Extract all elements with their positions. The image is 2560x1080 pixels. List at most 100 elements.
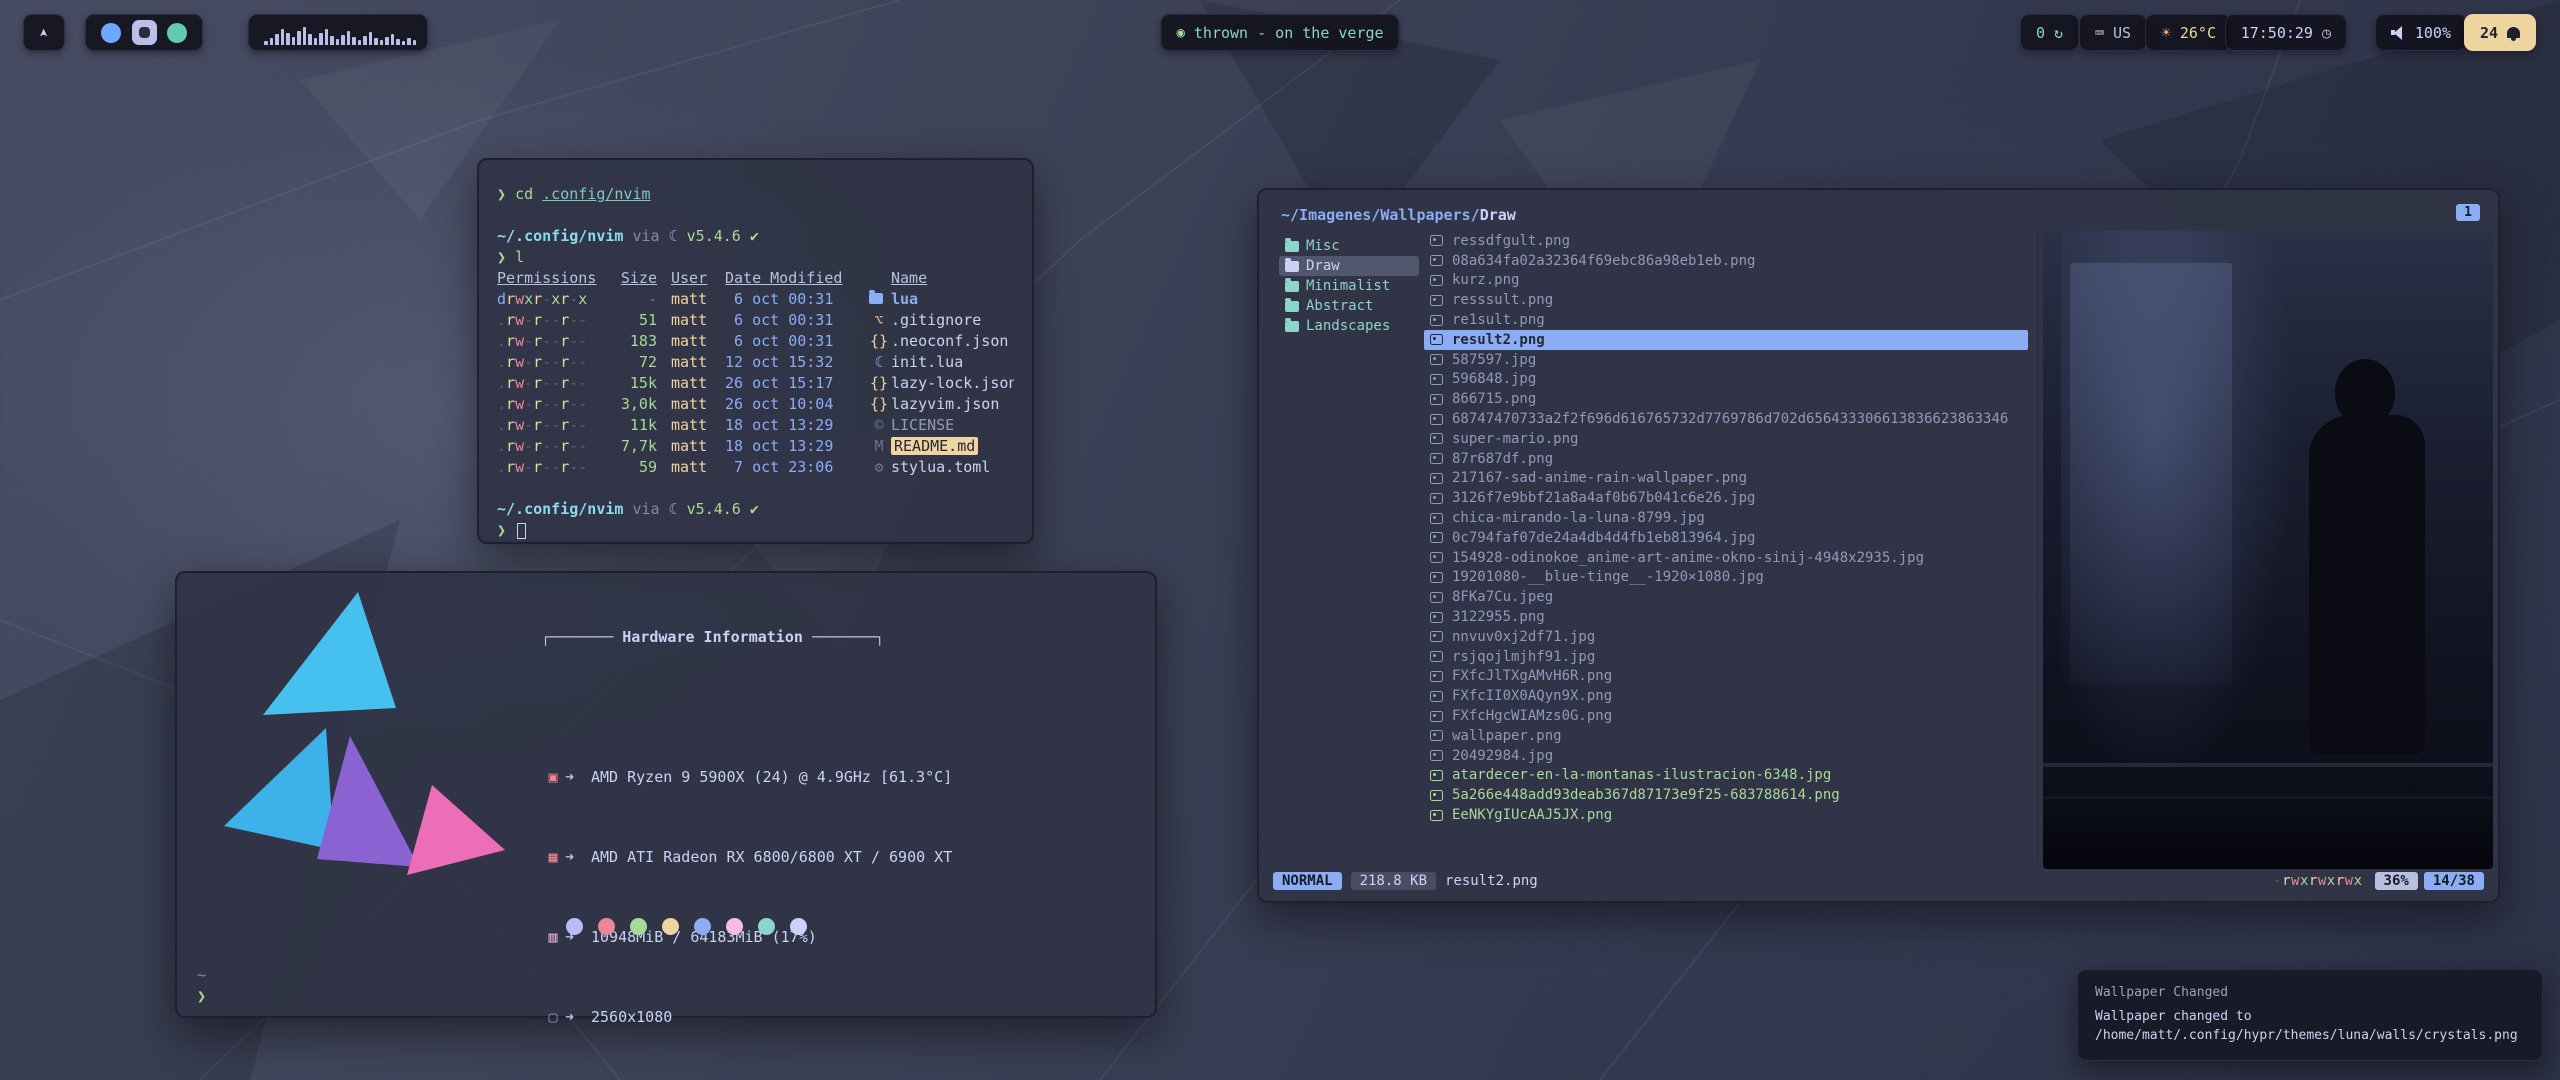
- image-file-icon: [1430, 651, 1443, 662]
- app-icon[interactable]: [101, 23, 121, 43]
- file-row[interactable]: 587597.jpg: [1424, 350, 2028, 370]
- cava-bar: [391, 34, 395, 45]
- terminal-nvim-config[interactable]: ❯ cd .config/nvim ~/.config/nvim via ☾ v…: [477, 158, 1034, 544]
- file-row[interactable]: EeNKYgIUcAAJ5JX.png: [1424, 805, 2028, 825]
- clock-pill[interactable]: 17:50:29 ◷: [2225, 14, 2347, 51]
- launcher-icon: ➤: [34, 28, 53, 38]
- cava-bar: [336, 39, 340, 45]
- file-row[interactable]: 20492984.jpg: [1424, 746, 2028, 766]
- file-permissions: drwxr-xr-x: [497, 289, 619, 310]
- file-row[interactable]: 3122955.png: [1424, 607, 2028, 627]
- distro-logo: [190, 581, 520, 911]
- file-row[interactable]: 866715.png: [1424, 389, 2028, 409]
- file-row[interactable]: FXfcJlTXgAMvH6R.png: [1424, 667, 2028, 687]
- terminal-fastfetch[interactable]: ┌─────── Hardware Information ───────┐ ▣…: [175, 571, 1157, 1018]
- folder-label: Draw: [1306, 258, 1340, 274]
- command-line: ❯ l: [497, 247, 1014, 268]
- image-file-icon: [1430, 770, 1443, 781]
- keyboard-layout-pill[interactable]: ⌨ US: [2079, 14, 2147, 51]
- fetch-row: ▦ ➜ AMD ATI Radeon RX 6800/6800 XT / 690…: [541, 847, 1061, 867]
- file-size: 51: [619, 310, 667, 331]
- file-row[interactable]: 19201080-__blue-tinge__-1920×1080.jpg: [1424, 568, 2028, 588]
- file-size: 59: [619, 457, 667, 478]
- updates-pill[interactable]: 0 ↻: [2020, 14, 2079, 51]
- file-row[interactable]: FXfcII0X0AQyn9X.png: [1424, 686, 2028, 706]
- app-icon[interactable]: [132, 20, 157, 45]
- file-row[interactable]: FXfcHgcWIAMzs0G.png: [1424, 706, 2028, 726]
- file-row[interactable]: super-mario.png: [1424, 429, 2028, 449]
- launcher-button[interactable]: ➤: [23, 14, 65, 51]
- cava-bar: [286, 33, 290, 45]
- file-permissions: .rw-r--r--: [497, 394, 619, 415]
- media-player-pill[interactable]: ◉ thrown - on the verge: [1160, 14, 1399, 51]
- scroll-percent-badge: 36%: [2375, 872, 2418, 890]
- image-file-icon: [1430, 572, 1443, 583]
- file-name: super-mario.png: [1452, 431, 1578, 447]
- file-row[interactable]: rsjqojlmjhf91.jpg: [1424, 647, 2028, 667]
- file-date: 7 oct 23:06: [725, 457, 867, 478]
- file-manager-window[interactable]: ~/Imagenes/Wallpapers/Draw 1 Misc Draw M…: [1257, 188, 2500, 903]
- cava-bar: [347, 31, 351, 45]
- file-row[interactable]: chica-mirando-la-luna-8799.jpg: [1424, 508, 2028, 528]
- file-row[interactable]: 3126f7e9bbf21a8a4af0b67b041c6e26.jpg: [1424, 488, 2028, 508]
- file-row[interactable]: 0c794faf07de24a4db4d4fb1eb813964.jpg: [1424, 528, 2028, 548]
- file-permissions: .rw-r--r--: [497, 373, 619, 394]
- file-row[interactable]: atardecer-en-la-montanas-ilustracion-634…: [1424, 766, 2028, 786]
- image-file-icon: [1430, 711, 1443, 722]
- file-name: 20492984.jpg: [1452, 748, 1553, 764]
- notifications-pill[interactable]: 24: [2464, 14, 2536, 51]
- file-row[interactable]: nnvuv0xj2df71.jpg: [1424, 627, 2028, 647]
- file-name: 8FKa7Cu.jpeg: [1452, 589, 1553, 605]
- cava-bar: [314, 38, 318, 45]
- ls-file-row: .rw-r--r-- 72 matt 12 oct 15:32 ☾ init.l…: [497, 352, 1014, 373]
- file-row[interactable]: result2.png: [1424, 330, 2028, 350]
- file-row[interactable]: re1sult.png: [1424, 310, 2028, 330]
- ls-file-row: .rw-r--r-- 15k matt 26 oct 15:17 {} lazy…: [497, 373, 1014, 394]
- filetype-icon: ©: [874, 416, 883, 434]
- file-row[interactable]: wallpaper.png: [1424, 726, 2028, 746]
- hardware-icon: ▥: [541, 927, 565, 947]
- image-file-icon: [1430, 810, 1443, 821]
- file-row[interactable]: ressdfgult.png: [1424, 231, 2028, 251]
- folder-icon: [1285, 301, 1299, 312]
- notification-popup[interactable]: Wallpaper Changed Wallpaper changed to /…: [2077, 969, 2543, 1061]
- app-icon[interactable]: [167, 23, 187, 43]
- ls-file-row: drwxr-xr-x - matt 6 oct 00:31 lua: [497, 289, 1014, 310]
- shell-prompt[interactable]: ~ ❯: [197, 965, 206, 1007]
- file-row[interactable]: resssult.png: [1424, 290, 2028, 310]
- file-name: 08a634fa02a32364f69ebc86a98eb1eb.png: [1452, 253, 1755, 269]
- sidebar-folder[interactable]: Misc: [1279, 236, 1419, 256]
- image-file-icon: [1430, 394, 1443, 405]
- file-row[interactable]: 8FKa7Cu.jpeg: [1424, 587, 2028, 607]
- file-row[interactable]: 217167-sad-anime-rain-wallpaper.png: [1424, 469, 2028, 489]
- file-row[interactable]: 87r687df.png: [1424, 449, 2028, 469]
- weather-pill[interactable]: ☀ 26°C: [2145, 14, 2232, 51]
- sidebar-folder[interactable]: Draw: [1279, 256, 1419, 276]
- cava-bar: [369, 32, 373, 45]
- cava-bar: [264, 41, 268, 45]
- sidebar-folder[interactable]: Landscapes: [1279, 316, 1419, 336]
- file-size: -: [619, 289, 667, 310]
- sidebar-folder[interactable]: Minimalist: [1279, 276, 1419, 296]
- sidebar-folder[interactable]: Abstract: [1279, 296, 1419, 316]
- palette-dot: [758, 918, 775, 935]
- file-row[interactable]: kurz.png: [1424, 271, 2028, 291]
- file-row[interactable]: 68747470733a2f2f696d616765732d7769786d70…: [1424, 409, 2028, 429]
- folder-label: Misc: [1306, 238, 1340, 254]
- file-name: 154928-odinokoe_anime-art-anime-okno-sin…: [1452, 550, 1924, 566]
- active-prompt[interactable]: ❯: [497, 520, 1014, 541]
- image-file-icon: [1430, 493, 1443, 504]
- file-name: 0c794faf07de24a4db4d4fb1eb813964.jpg: [1452, 530, 1755, 546]
- volume-pill[interactable]: 100%: [2375, 14, 2467, 51]
- file-row[interactable]: 08a634fa02a32364f69ebc86a98eb1eb.png: [1424, 251, 2028, 271]
- file-row[interactable]: 596848.jpg: [1424, 370, 2028, 390]
- file-row[interactable]: 154928-odinokoe_anime-art-anime-okno-sin…: [1424, 548, 2028, 568]
- temperature: 26°C: [2180, 24, 2216, 42]
- image-file-icon: [1430, 374, 1443, 385]
- file-row[interactable]: 5a266e448add93deab367d87173e9f25-6837886…: [1424, 785, 2028, 805]
- selected-filename: result2.png: [1445, 873, 1538, 889]
- audio-visualizer[interactable]: [248, 14, 428, 51]
- file-permissions: .rw-r--r--: [497, 352, 619, 373]
- file-name: LICENSE: [891, 416, 954, 434]
- palette-dot: [694, 918, 711, 935]
